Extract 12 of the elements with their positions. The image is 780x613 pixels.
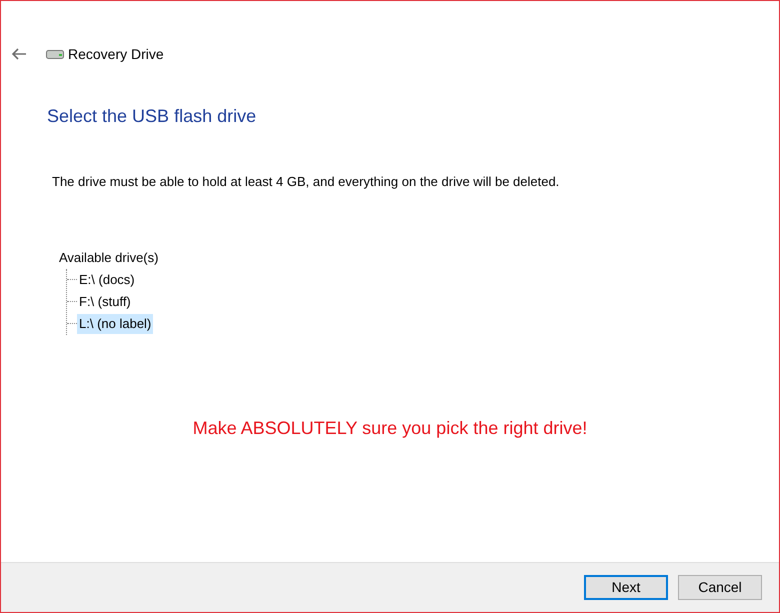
dialog-button[interactable]: Cancel — [678, 575, 762, 600]
tree-root[interactable]: Available drive(s) — [57, 246, 160, 268]
tree-item[interactable]: E:\ (docs) — [77, 270, 137, 290]
warning-annotation: Make ABSOLUTELY sure you pick the right drive! — [192, 416, 588, 440]
window-title: Recovery Drive — [68, 44, 164, 64]
dialog-button[interactable]: Next — [584, 575, 668, 600]
tree-item[interactable]: L:\ (no label) — [77, 314, 154, 334]
page-heading: Select the USB flash drive — [47, 105, 256, 128]
drive-icon — [46, 49, 64, 59]
back-arrow-icon[interactable] — [11, 48, 27, 60]
tree-item[interactable]: F:\ (stuff) — [77, 292, 133, 312]
instruction-text: The drive must be able to hold at least 4 GB, and everything on the drive will be deleted. — [52, 173, 560, 191]
